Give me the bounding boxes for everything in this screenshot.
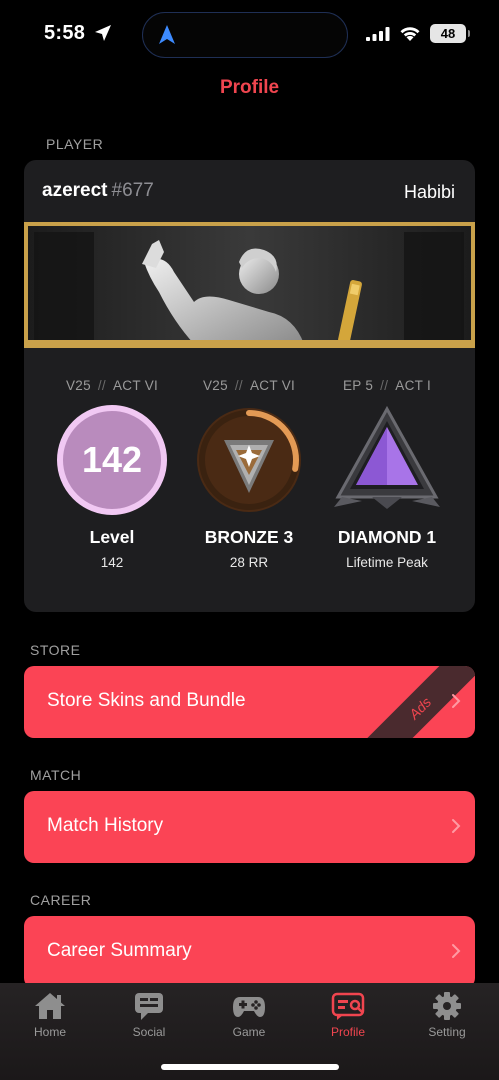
gear-icon xyxy=(433,992,461,1020)
player-card: azerect #677 Habibi V25 // ACT VI 142 Le… xyxy=(24,160,475,612)
tab-label: Setting xyxy=(428,1025,466,1039)
season-episode: EP 5 xyxy=(342,378,374,393)
statue-banner-image xyxy=(24,222,475,348)
level-value: 142 xyxy=(57,405,167,515)
home-indicator[interactable] xyxy=(161,1064,339,1070)
chevron-right-icon xyxy=(452,944,461,958)
season-act: ACT I xyxy=(395,378,432,393)
stat-title: DIAMOND 1 xyxy=(337,527,437,547)
tab-social[interactable]: Social xyxy=(104,991,194,1039)
stat-subtitle: 142 xyxy=(100,555,124,570)
match-history-button[interactable]: Match History xyxy=(24,791,475,863)
tab-game[interactable]: Game xyxy=(204,991,294,1039)
season-episode: V25 xyxy=(65,378,91,393)
tab-label: Profile xyxy=(330,1025,365,1039)
stat-current-rank[interactable]: V25 // ACT VI BRONZE 3 28 RR xyxy=(179,378,319,570)
career-summary-button[interactable]: Career Summary xyxy=(24,916,475,988)
player-title: Habibi xyxy=(403,182,455,202)
season-separator: // xyxy=(380,378,389,393)
button-label: Match History xyxy=(47,815,164,836)
status-bar: 5:58 48 xyxy=(0,0,499,64)
stat-subtitle: Lifetime Peak xyxy=(346,555,428,570)
stat-level[interactable]: V25 // ACT VI 142 Level 142 xyxy=(42,378,182,570)
wifi-icon xyxy=(400,27,420,41)
section-label-store: STORE xyxy=(30,642,81,658)
tab-setting[interactable]: Setting xyxy=(402,991,492,1039)
player-card-banner xyxy=(24,222,475,348)
player-tag: #677 xyxy=(111,180,154,201)
tab-profile[interactable]: Profile xyxy=(303,991,393,1039)
store-skins-bundle-button[interactable]: Store Skins and Bundle Ads xyxy=(24,666,475,738)
ads-badge-label: Ads xyxy=(405,693,435,723)
stat-title: Level xyxy=(89,527,135,547)
navigation-arrow-icon xyxy=(159,25,175,44)
chevron-right-icon xyxy=(452,819,461,833)
season-episode: V25 xyxy=(202,378,228,393)
tab-label: Game xyxy=(232,1025,266,1039)
tab-label: Social xyxy=(132,1025,166,1039)
season-separator: // xyxy=(97,378,106,393)
home-icon xyxy=(35,993,65,1019)
section-label-career: CAREER xyxy=(30,892,92,908)
stat-subtitle: 28 RR xyxy=(229,555,269,570)
cellular-signal-icon xyxy=(366,27,390,41)
battery-level: 48 xyxy=(440,26,456,41)
stat-season: V25 // ACT VI xyxy=(179,378,319,393)
season-separator: // xyxy=(234,378,243,393)
status-time: 5:58 xyxy=(44,22,86,44)
tab-label: Home xyxy=(33,1025,66,1039)
stat-title: BRONZE 3 xyxy=(204,527,294,547)
page-title: Profile xyxy=(219,77,280,98)
section-label-player: PLAYER xyxy=(46,136,104,152)
chevron-right-icon xyxy=(452,694,461,708)
button-label: Store Skins and Bundle xyxy=(47,690,246,711)
season-act: ACT VI xyxy=(249,378,296,393)
chat-icon xyxy=(135,993,163,1020)
player-name-row: azerect #677 xyxy=(42,180,154,202)
diamond-rank-icon xyxy=(332,405,442,515)
gamepad-icon xyxy=(233,997,265,1017)
profile-card-icon xyxy=(331,992,365,1020)
season-act: ACT VI xyxy=(112,378,159,393)
battery-indicator: 48 xyxy=(430,24,470,43)
stat-peak-rank[interactable]: EP 5 // ACT I DIAMOND 1 Lifetime Peak xyxy=(317,378,457,570)
player-name: azerect xyxy=(42,180,108,201)
stat-season: EP 5 // ACT I xyxy=(317,378,457,393)
section-label-match: MATCH xyxy=(30,767,82,783)
dynamic-island[interactable] xyxy=(142,12,348,58)
stat-season: V25 // ACT VI xyxy=(42,378,182,393)
bronze-rank-icon xyxy=(194,405,304,515)
button-label: Career Summary xyxy=(47,940,192,961)
level-badge: 142 xyxy=(57,405,167,515)
tab-home[interactable]: Home xyxy=(5,991,95,1039)
location-arrow-icon xyxy=(95,25,111,41)
